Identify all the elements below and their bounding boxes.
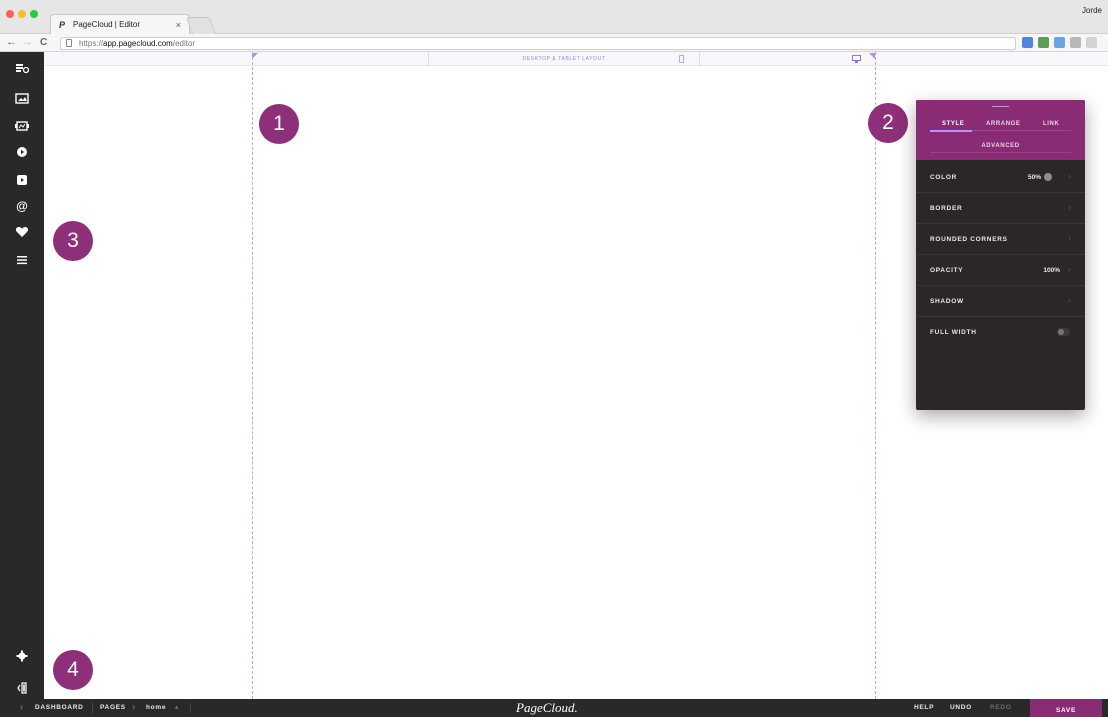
tools-sidebar: @ — [0, 52, 44, 717]
property-row-opacity[interactable]: OPACITY 100% › — [916, 255, 1085, 286]
style-panel-header: STYLE ARRANGE LINK ADVANCED — [916, 100, 1085, 160]
page-info-icon[interactable] — [66, 39, 72, 47]
property-row-rounded-corners[interactable]: ROUNDED CORNERS › — [916, 224, 1085, 255]
divider — [190, 703, 191, 713]
save-label: SAVE — [1055, 707, 1077, 714]
app-window: P PageCloud | Editor × Jorde ← → C https… — [0, 0, 1108, 717]
divider — [92, 703, 93, 713]
annotation-badge-3: 3 — [53, 221, 93, 261]
chevron-right-icon: › — [1068, 202, 1071, 212]
maximize-window-button[interactable] — [30, 10, 38, 18]
layout-ruler: DESKTOP & TABLET LAYOUT — [44, 52, 1108, 66]
property-label: ROUNDED CORNERS — [930, 236, 1008, 243]
reload-button[interactable]: C — [40, 36, 47, 49]
chevron-right-icon: › — [1068, 264, 1071, 274]
gallery-tool-icon[interactable] — [0, 116, 44, 136]
property-row-full-width: FULL WIDTH — [916, 317, 1085, 348]
video-tool-icon[interactable] — [0, 142, 44, 162]
left-margin-guide — [252, 52, 253, 699]
chevron-right-icon: › — [1068, 171, 1071, 181]
right-margin-guide — [875, 52, 876, 699]
menu-extension-icon[interactable] — [1086, 37, 1097, 48]
chevron-right-icon: › — [1068, 295, 1071, 305]
active-tab-indicator — [930, 130, 972, 132]
url-path: /editor — [172, 39, 196, 48]
property-row-border[interactable]: BORDER › — [916, 193, 1085, 224]
tab-close-icon[interactable]: × — [176, 15, 181, 35]
minimize-window-button[interactable] — [18, 10, 26, 18]
property-label: COLOR — [930, 174, 957, 181]
breadcrumb-chevron-icon: › — [132, 702, 137, 713]
back-button[interactable]: ← — [6, 36, 17, 49]
settings-icon[interactable] — [0, 646, 44, 666]
style-panel: STYLE ARRANGE LINK ADVANCED COLOR 50% › … — [916, 100, 1085, 410]
property-label: FULL WIDTH — [930, 329, 977, 336]
tab-title: PageCloud | Editor — [73, 20, 141, 29]
collapse-sidebar-icon[interactable] — [0, 678, 44, 698]
layout-mode-label[interactable]: DESKTOP & TABLET LAYOUT — [428, 52, 700, 66]
browser-titlebar: P PageCloud | Editor × Jorde — [0, 0, 1108, 35]
caret-up-icon[interactable]: ▴ — [175, 699, 179, 717]
help-button[interactable]: HELP — [914, 699, 934, 717]
browser-user-name[interactable]: Jorde — [1082, 6, 1102, 15]
forward-button[interactable]: → — [22, 36, 33, 49]
tab-advanced[interactable]: ADVANCED — [916, 143, 1085, 149]
full-width-toggle[interactable] — [1057, 328, 1070, 336]
tab-arrange[interactable]: ARRANGE — [986, 121, 1021, 127]
annotation-badge-2: 2 — [868, 103, 908, 143]
tab-link[interactable]: LINK — [1043, 121, 1059, 127]
toggle-knob — [1058, 329, 1064, 335]
url-scheme: https:// — [79, 39, 104, 48]
current-page-selector[interactable]: home — [146, 699, 166, 717]
chevron-right-icon: › — [1068, 233, 1071, 243]
property-row-color[interactable]: COLOR 50% › — [916, 162, 1085, 193]
pagecloud-favicon-icon: P — [59, 20, 66, 30]
property-value: 50% — [1027, 174, 1041, 181]
extension-icon-gray[interactable] — [1070, 37, 1081, 48]
translate-extension-icon[interactable] — [1022, 37, 1033, 48]
pagecloud-logo: PageCloud. — [516, 700, 578, 715]
tab-divider-2 — [930, 152, 1071, 153]
property-value: 100% — [1043, 267, 1060, 274]
image-tool-icon[interactable] — [0, 88, 44, 108]
panel-drag-handle[interactable] — [992, 106, 1009, 107]
property-row-shadow[interactable]: SHADOW › — [916, 286, 1085, 317]
annotation-badge-1: 1 — [259, 104, 299, 144]
favorite-tool-icon[interactable] — [0, 222, 44, 242]
save-button[interactable]: SAVE — [1030, 699, 1102, 717]
menu-tool-icon[interactable] — [0, 250, 44, 270]
tab-style[interactable]: STYLE — [942, 121, 964, 127]
close-window-button[interactable] — [6, 10, 14, 18]
address-input[interactable]: https://app.pagecloud.com/editor — [60, 37, 1016, 50]
editor-bottom-bar: ‹ DASHBOARD PAGES › home ▴ PageCloud. HE… — [0, 699, 1108, 717]
redo-button[interactable]: REDO — [990, 699, 1012, 717]
browser-toolbar: ← → C https://app.pagecloud.com/editor — [0, 34, 1108, 52]
text-tool-icon[interactable] — [0, 58, 44, 78]
property-label: OPACITY — [930, 267, 964, 274]
browser-tab[interactable]: P PageCloud | Editor × — [50, 14, 190, 35]
pages-link[interactable]: PAGES — [100, 699, 126, 717]
evernote-extension-icon[interactable] — [1038, 37, 1049, 48]
mobile-layout-icon[interactable] — [679, 55, 684, 63]
contact-tool-icon[interactable]: @ — [0, 196, 44, 216]
property-label: BORDER — [930, 205, 963, 212]
media-tool-icon[interactable] — [0, 170, 44, 190]
new-tab-button[interactable] — [185, 17, 217, 34]
desktop-layout-icon-stand — [855, 61, 858, 63]
chevron-left-icon[interactable]: ‹ — [20, 699, 24, 717]
dashboard-link[interactable]: DASHBOARD — [35, 699, 84, 717]
property-label: SHADOW — [930, 298, 964, 305]
undo-button[interactable]: UNDO — [950, 699, 972, 717]
color-swatch[interactable] — [1044, 173, 1052, 181]
url-host: app.pagecloud.com — [103, 39, 173, 48]
annotation-badge-4: 4 — [53, 650, 93, 690]
extension-icon[interactable] — [1054, 37, 1065, 48]
